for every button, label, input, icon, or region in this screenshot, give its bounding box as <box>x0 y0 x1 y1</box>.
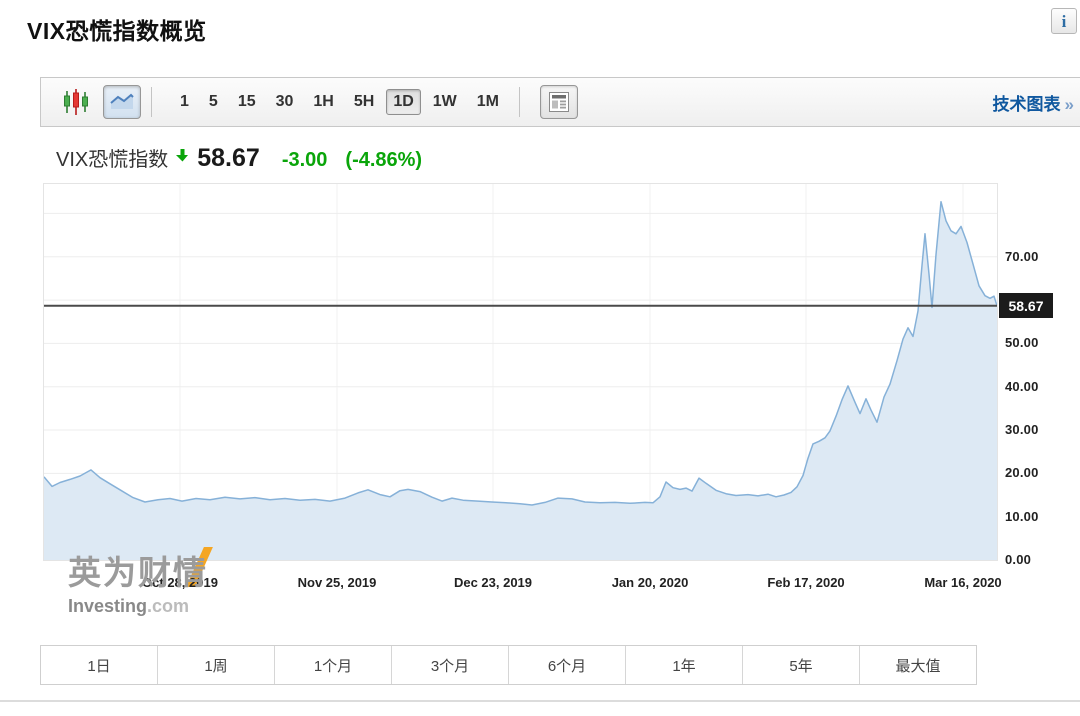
chart-toolbar: 1515301H5H1D1W1M 技术图表» <box>40 77 1080 127</box>
instrument-name: VIX恐慌指数 <box>56 143 168 172</box>
chart-card: VIX恐慌指数 58.67 -3.00 (-4.86%) 英为财情 Invest… <box>40 127 1080 627</box>
interval-list: 1515301H5H1D1W1M <box>170 89 509 115</box>
bottom-divider <box>0 700 1080 702</box>
page-title: VIX恐慌指数概览 <box>27 12 207 46</box>
info-icon: i <box>1062 13 1067 30</box>
toolbar-separator <box>151 87 152 117</box>
y-axis-label: 10.00 <box>1005 509 1075 524</box>
interval-15[interactable]: 15 <box>230 89 264 115</box>
range-selector: 1日1周1个月3个月6个月1年5年最大值 <box>40 645 977 685</box>
chart-plot-area[interactable]: 英为财情 Investing.com <box>43 183 998 561</box>
candlestick-icon <box>63 87 89 117</box>
chevron-right-icon: » <box>1065 95 1074 114</box>
candlestick-chart-button[interactable] <box>59 85 93 119</box>
range-button-4[interactable]: 6个月 <box>509 646 626 684</box>
toolbar-separator <box>519 87 520 117</box>
y-axis-label: 40.00 <box>1005 379 1075 394</box>
x-axis-label: Oct 28, 2019 <box>120 575 240 590</box>
range-button-3[interactable]: 3个月 <box>392 646 509 684</box>
x-axis-label: Nov 25, 2019 <box>277 575 397 590</box>
y-axis-label: 20.00 <box>1005 465 1075 480</box>
watermark-en: Investing.com <box>68 596 208 617</box>
line-chart-icon <box>108 91 136 113</box>
y-axis-label: 50.00 <box>1005 335 1075 350</box>
quote-header: VIX恐慌指数 58.67 -3.00 (-4.86%) <box>56 143 422 173</box>
technical-chart-link[interactable]: 技术图表» <box>993 90 1074 115</box>
interval-1m[interactable]: 1M <box>469 89 507 115</box>
y-axis-label: 30.00 <box>1005 422 1075 437</box>
range-button-5[interactable]: 1年 <box>626 646 743 684</box>
news-panel-button[interactable] <box>540 85 578 119</box>
x-axis-label: Jan 20, 2020 <box>590 575 710 590</box>
x-axis-label: Feb 17, 2020 <box>746 575 866 590</box>
price-change: -3.00 <box>282 149 328 172</box>
news-panel-icon <box>547 90 571 114</box>
last-price: 58.67 <box>197 144 260 173</box>
y-axis-label: 70.00 <box>1005 249 1075 264</box>
interval-30[interactable]: 30 <box>268 89 302 115</box>
range-button-7[interactable]: 最大值 <box>860 646 976 684</box>
range-button-6[interactable]: 5年 <box>743 646 860 684</box>
range-button-0[interactable]: 1日 <box>41 646 158 684</box>
interval-1h[interactable]: 1H <box>305 89 341 115</box>
x-axis-label: Mar 16, 2020 <box>903 575 1023 590</box>
interval-5[interactable]: 5 <box>201 89 226 115</box>
y-axis-label: 0.00 <box>1005 552 1075 567</box>
range-button-1[interactable]: 1周 <box>158 646 275 684</box>
interval-5h[interactable]: 5H <box>346 89 382 115</box>
line-chart-button[interactable] <box>103 85 141 119</box>
x-axis: Oct 28, 2019 Nov 25, 2019 Dec 23, 2019 Jan … <box>40 575 1080 593</box>
range-button-2[interactable]: 1个月 <box>275 646 392 684</box>
area-chart <box>44 184 997 560</box>
technical-chart-label: 技术图表 <box>993 95 1061 114</box>
last-price-badge: 58.67 <box>999 293 1053 318</box>
info-button[interactable]: i <box>1051 8 1077 34</box>
price-down-arrow-icon <box>176 149 189 167</box>
interval-1w[interactable]: 1W <box>425 89 465 115</box>
interval-1d[interactable]: 1D <box>386 89 420 115</box>
interval-1[interactable]: 1 <box>172 89 197 115</box>
x-axis-label: Dec 23, 2019 <box>433 575 553 590</box>
price-change-percent: (-4.86%) <box>345 149 422 172</box>
